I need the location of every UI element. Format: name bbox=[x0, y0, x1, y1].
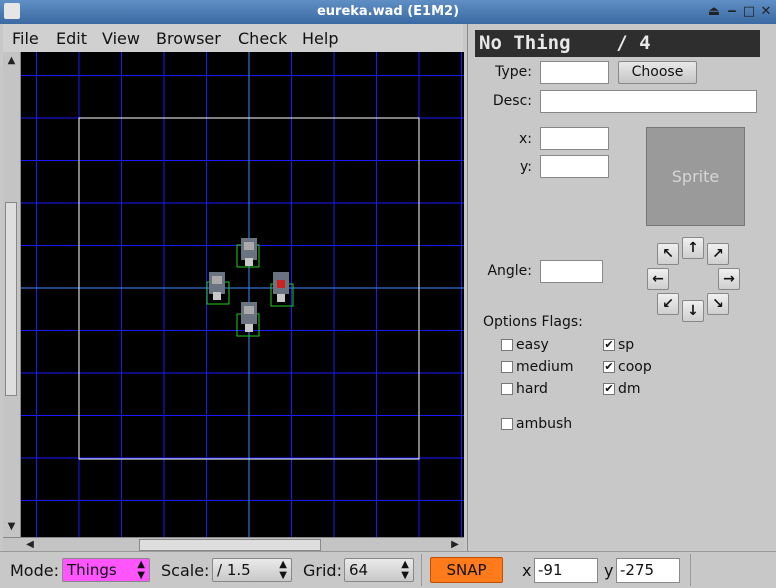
y-coord-label: y bbox=[604, 561, 614, 580]
ambush-checkbox[interactable] bbox=[501, 418, 513, 430]
mode-select[interactable]: Things ▲ ▼ bbox=[62, 558, 150, 582]
easy-label: easy bbox=[516, 337, 549, 353]
snap-button[interactable]: SNAP bbox=[430, 557, 503, 583]
angle-input[interactable] bbox=[540, 260, 603, 283]
map-vertical-scrollbar[interactable]: ▲ ▼ bbox=[3, 52, 21, 537]
choose-button[interactable]: Choose bbox=[618, 61, 697, 84]
horizontal-scroll-thumb[interactable] bbox=[139, 539, 321, 551]
coop-label: coop bbox=[618, 359, 652, 375]
options-flags-label: Options Flags: bbox=[483, 314, 583, 330]
desc-input[interactable] bbox=[540, 90, 757, 113]
menu-browser[interactable]: Browser bbox=[156, 29, 221, 48]
sp-label: sp bbox=[618, 337, 635, 353]
maximize-icon[interactable]: □ bbox=[741, 4, 757, 20]
dm-checkbox[interactable]: ✔ bbox=[603, 383, 615, 395]
shade-icon[interactable]: ⏏ bbox=[706, 4, 722, 20]
menu-help[interactable]: Help bbox=[302, 29, 338, 48]
medium-label: medium bbox=[516, 359, 574, 375]
window-title: eureka.wad (E1M2) bbox=[316, 4, 460, 19]
x-coord-label: x bbox=[522, 561, 532, 580]
scale-select[interactable]: / 1.5 ▲ ▼ bbox=[212, 558, 292, 582]
hard-label: hard bbox=[516, 381, 548, 397]
menu-file[interactable]: File bbox=[12, 29, 39, 48]
sprite-preview: Sprite bbox=[646, 127, 745, 226]
select-arrows-icon: ▲ ▼ bbox=[137, 559, 145, 581]
menu-view[interactable]: View bbox=[102, 29, 140, 48]
arrow-w-icon[interactable]: ← bbox=[647, 268, 669, 290]
map-grid bbox=[3, 52, 464, 537]
thing-player1[interactable] bbox=[236, 238, 260, 268]
status-divider bbox=[690, 554, 691, 586]
menu-bar: File Edit View Browser Check Help bbox=[3, 24, 463, 53]
mode-value: Things bbox=[67, 561, 117, 579]
arrow-s-icon[interactable]: ↓ bbox=[682, 300, 704, 322]
status-divider bbox=[421, 554, 422, 586]
y-label: y: bbox=[520, 159, 532, 175]
arrow-sw-icon[interactable]: ↙ bbox=[657, 293, 679, 315]
arrow-e-icon[interactable]: → bbox=[718, 268, 740, 290]
arrow-se-icon[interactable]: ↘ bbox=[707, 293, 729, 315]
minimize-icon[interactable]: ‒ bbox=[724, 4, 740, 20]
thing-header: No Thing / 4 bbox=[475, 30, 760, 57]
grid-value: 64 bbox=[349, 561, 369, 579]
dm-label: dm bbox=[618, 381, 641, 397]
sp-checkbox[interactable]: ✔ bbox=[603, 339, 615, 351]
select-arrows-icon: ▲ ▼ bbox=[401, 559, 409, 581]
mode-label: Mode: bbox=[10, 561, 59, 580]
close-icon[interactable]: ✕ bbox=[758, 4, 774, 20]
window-titlebar: eureka.wad (E1M2) ⏏ ‒ □ ✕ bbox=[0, 0, 776, 24]
arrow-n-icon[interactable]: ↑ bbox=[682, 237, 704, 259]
medium-checkbox[interactable] bbox=[501, 361, 513, 373]
scroll-right-icon[interactable]: ▶ bbox=[448, 538, 462, 552]
arrow-ne-icon[interactable]: ↗ bbox=[707, 243, 729, 265]
coop-checkbox[interactable]: ✔ bbox=[603, 361, 615, 373]
angle-label: Angle: bbox=[487, 263, 532, 279]
thing-header-text: No Thing / 4 bbox=[479, 32, 651, 54]
arrow-nw-icon[interactable]: ↖ bbox=[657, 243, 679, 265]
status-bar: Mode: Things ▲ ▼ Scale: / 1.5 ▲ ▼ Grid: 64… bbox=[0, 551, 776, 588]
vertical-scroll-thumb[interactable] bbox=[5, 202, 17, 396]
scroll-left-icon[interactable]: ◀ bbox=[23, 538, 37, 552]
easy-checkbox[interactable] bbox=[501, 339, 513, 351]
x-coord-value[interactable]: -91 bbox=[534, 558, 598, 583]
scroll-down-icon[interactable]: ▼ bbox=[3, 520, 20, 534]
y-coord-value[interactable]: -275 bbox=[616, 558, 680, 583]
thing-player3[interactable] bbox=[270, 272, 294, 307]
scroll-up-icon[interactable]: ▲ bbox=[3, 54, 20, 68]
type-label: Type: bbox=[495, 64, 532, 80]
scale-value: / 1.5 bbox=[217, 561, 251, 579]
x-label: x: bbox=[518, 131, 532, 147]
grid-select[interactable]: 64 ▲ ▼ bbox=[344, 558, 414, 582]
map-canvas[interactable] bbox=[3, 52, 464, 537]
menu-check[interactable]: Check bbox=[238, 29, 287, 48]
menu-edit[interactable]: Edit bbox=[56, 29, 87, 48]
ambush-label: ambush bbox=[516, 416, 573, 432]
scale-label: Scale: bbox=[161, 561, 210, 580]
select-arrows-icon: ▲ ▼ bbox=[279, 559, 287, 581]
map-horizontal-scrollbar[interactable]: ◀ ▶ bbox=[3, 537, 464, 552]
x-input[interactable] bbox=[540, 127, 609, 150]
y-input[interactable] bbox=[540, 155, 609, 178]
grid-label: Grid: bbox=[303, 561, 342, 580]
desc-label: Desc: bbox=[492, 93, 532, 109]
type-input[interactable] bbox=[540, 61, 609, 84]
hard-checkbox[interactable] bbox=[501, 383, 513, 395]
